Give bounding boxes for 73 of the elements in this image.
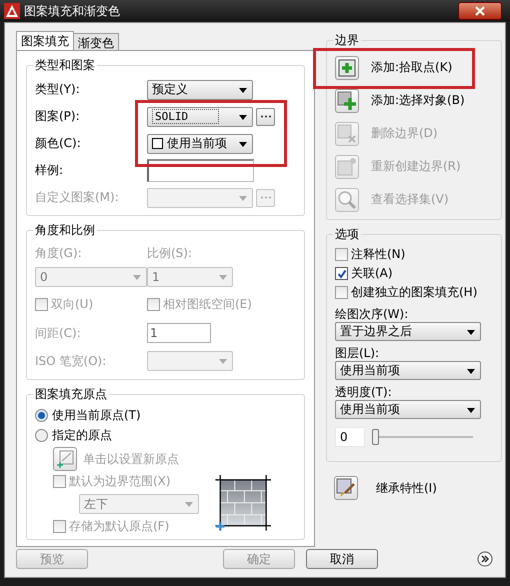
field-label: 自定义图案(M): [35, 189, 120, 206]
boundary-button[interactable] [335, 88, 359, 112]
dropdown[interactable]: SOLID [147, 106, 253, 126]
field-label: ISO 笔宽(O): [35, 352, 108, 370]
checkbox[interactable]: 关联(A) [335, 264, 493, 283]
group-title: 类型和图案 [34, 57, 96, 74]
caret-icon [467, 330, 475, 335]
magnifier-icon [337, 190, 357, 210]
field-label: 样例: [35, 162, 64, 179]
button-label: 删除边界(D) [371, 125, 438, 142]
field-label: 比例(S): [147, 244, 192, 262]
dropdown[interactable]: 使用当前项 [335, 361, 481, 380]
button-label: 继承特性(I) [376, 480, 437, 496]
double-chevron-icon [477, 551, 493, 567]
dropdown[interactable]: 预定义 [147, 80, 253, 100]
crosshair-square-icon [55, 449, 75, 469]
triangle-logo-icon [4, 3, 20, 19]
field-label: 单击以设置新原点 [83, 450, 179, 468]
field-label: 图案(P): [35, 108, 81, 125]
dropdown[interactable]: 使用当前项 [147, 134, 253, 154]
dialog-button[interactable]: 取消 [306, 549, 378, 569]
tab[interactable]: 图案填充 [16, 31, 74, 50]
button-label: 查看选择集(V) [371, 191, 449, 208]
field-label: 类型(Y): [35, 81, 81, 98]
browse-button[interactable] [256, 108, 275, 126]
tab[interactable]: 渐变色 [73, 33, 119, 50]
caret-icon [133, 275, 141, 280]
inherit-button[interactable] [334, 476, 358, 500]
field-label: 绘图次序(W): [335, 306, 410, 322]
field-label: 角度(G): [35, 244, 83, 262]
caret-icon [467, 408, 475, 413]
caret-icon [239, 88, 247, 92]
ellipsis-icon [260, 115, 272, 118]
group-title: 选项 [334, 226, 360, 243]
checkbox[interactable]: 注释性(N) [335, 245, 493, 264]
group-title: 图案填充原点 [34, 386, 108, 403]
expand-button[interactable] [477, 551, 493, 567]
dropdown[interactable]: 使用当前项 [335, 400, 481, 419]
hatch-cross-icon [337, 124, 357, 144]
caret-icon [219, 275, 227, 280]
button-label: 重新创建边界(R) [371, 158, 461, 175]
caret-icon [467, 369, 475, 374]
caret-icon [239, 196, 247, 200]
dropdown[interactable]: 置于边界之后 [335, 322, 481, 341]
window-title: 图案填充和渐变色 [24, 2, 120, 20]
boundary-button[interactable] [335, 56, 359, 80]
caret-icon [219, 359, 227, 364]
field-label: 颜色(C): [35, 135, 82, 152]
brush-icon [336, 478, 356, 498]
radio-button[interactable]: 指定的原点 [35, 425, 296, 445]
caret-icon [185, 502, 193, 507]
checkbox[interactable]: 创建独立的图案填充(H) [335, 283, 493, 302]
hatch-star-icon [337, 156, 357, 176]
checkmark-icon [336, 268, 346, 278]
radio-button[interactable]: 使用当前原点(T) [35, 405, 296, 425]
ellipsis-icon [260, 196, 272, 199]
plus-square-icon [337, 58, 357, 78]
field-label: 间距(C): [35, 324, 82, 342]
close-icon [475, 6, 485, 16]
transparency-field[interactable]: 0 [335, 427, 365, 447]
brick-preview-drawing [213, 475, 271, 533]
group-title: 角度和比例 [34, 222, 96, 239]
caret-icon [239, 142, 247, 146]
button-label: 添加:选择对象(B) [371, 92, 465, 109]
field-label: 图层(L): [335, 345, 380, 361]
field-label: 透明度(T): [335, 384, 393, 400]
button-label: 添加:拾取点(K) [371, 59, 452, 76]
caret-icon [239, 114, 247, 120]
slider-thumb[interactable] [372, 429, 379, 445]
color-swatch-icon [152, 138, 163, 149]
group-title: 边界 [334, 32, 360, 49]
hatch-plus-icon [337, 90, 357, 110]
close-button[interactable] [458, 2, 502, 20]
